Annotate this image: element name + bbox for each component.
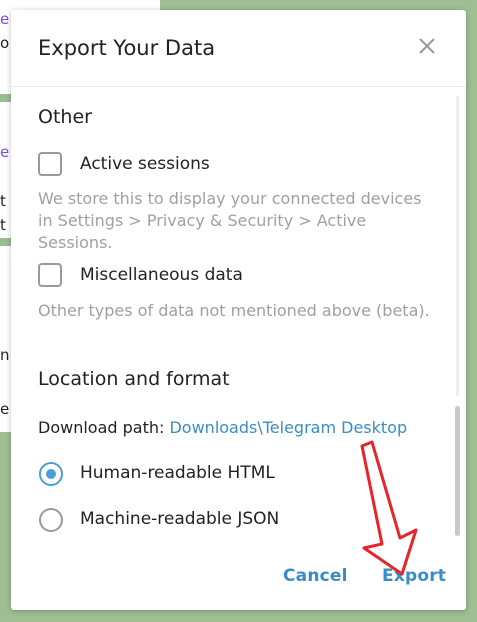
active-sessions-checkbox[interactable] bbox=[38, 152, 62, 176]
section-title-other: Other bbox=[38, 106, 92, 128]
close-icon[interactable] bbox=[415, 34, 439, 58]
misc-data-description: Other types of data not mentioned above … bbox=[38, 301, 430, 320]
section-title-location: Location and format bbox=[38, 368, 230, 390]
chat-text-fragment: e bbox=[0, 400, 10, 418]
chat-text-fragment: e bbox=[0, 143, 10, 161]
scrollbar-thumb[interactable] bbox=[455, 406, 460, 536]
format-json-radio[interactable] bbox=[39, 508, 63, 532]
cancel-button[interactable]: Cancel bbox=[283, 566, 348, 586]
format-json-label[interactable]: Machine-readable JSON bbox=[80, 509, 279, 529]
chat-text-fragment: o bbox=[0, 34, 10, 52]
format-html-radio[interactable] bbox=[39, 462, 63, 486]
header-divider bbox=[11, 86, 466, 87]
annotation-arrow-icon bbox=[360, 440, 418, 576]
download-path-label: Download path: bbox=[38, 418, 165, 437]
scrollbar-track[interactable] bbox=[456, 96, 459, 396]
chat-text-fragment: e bbox=[0, 10, 10, 28]
dialog-title: Export Your Data bbox=[38, 36, 216, 60]
download-path-link[interactable]: Downloads\Telegram Desktop bbox=[169, 418, 407, 437]
chat-text-fragment: n bbox=[0, 346, 10, 364]
format-html-label[interactable]: Human-readable HTML bbox=[80, 463, 275, 483]
chat-text-fragment: t bbox=[0, 192, 6, 210]
misc-data-checkbox[interactable] bbox=[38, 263, 62, 287]
misc-data-label[interactable]: Miscellaneous data bbox=[80, 265, 243, 285]
active-sessions-description: We store this to display your connected … bbox=[38, 189, 422, 252]
chat-text-fragment: t bbox=[0, 216, 6, 234]
active-sessions-label[interactable]: Active sessions bbox=[80, 154, 210, 174]
download-path-row: Download path: Downloads\Telegram Deskto… bbox=[38, 418, 407, 437]
